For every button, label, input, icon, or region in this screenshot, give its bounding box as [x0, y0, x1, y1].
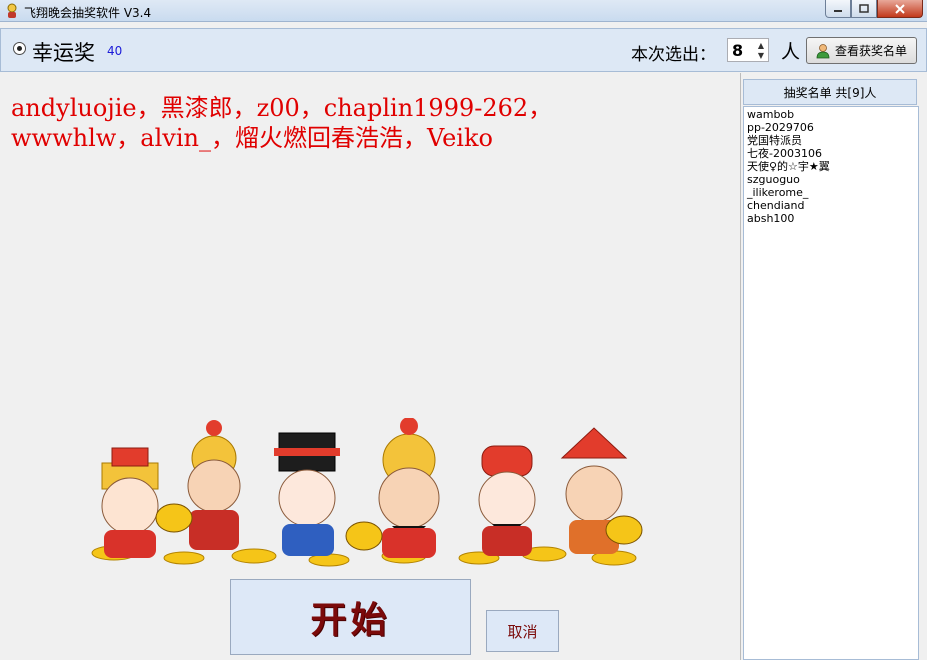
participant-list[interactable]: wambob pp-2029706 党国特派员 七夜-2003106 天使♀的☆…: [743, 106, 919, 660]
select-count-label: 本次选出：: [631, 45, 716, 65]
participant-panel: 抽奖名单 共[9]人 wambob pp-2029706 党国特派员 七夜-20…: [742, 73, 927, 660]
prize-name: 幸运奖: [32, 41, 95, 65]
list-item[interactable]: 党国特派员: [747, 134, 915, 147]
god-figure-1: [101, 447, 159, 558]
app-icon: [7, 3, 17, 18]
view-winners-label: 查看获奖名单: [835, 44, 908, 58]
winners-line-1: andyluojie，黑漆郎，z00，chaplin1999-262，: [11, 94, 553, 122]
god-figure-4: [378, 418, 440, 558]
minimize-icon: [834, 9, 842, 12]
fortune-gods-illustration: [91, 418, 643, 567]
cancel-button[interactable]: 取消: [486, 610, 559, 652]
unit-label: 人: [781, 41, 801, 63]
winners-display: andyluojie，黑漆郎，z00，chaplin1999-262， wwwh…: [11, 93, 731, 153]
title-bar: 飞翔晚会抽奖软件 V3.4: [0, 0, 927, 22]
window-title: 飞翔晚会抽奖软件 V3.4: [24, 6, 152, 20]
close-icon: [895, 3, 905, 14]
start-button[interactable]: 开始: [230, 579, 471, 655]
close-button[interactable]: [877, 0, 923, 18]
list-item[interactable]: 天使♀的☆宇★翼: [747, 160, 915, 173]
list-item[interactable]: _ilikerome_: [747, 186, 915, 199]
god-figure-2: [187, 420, 241, 550]
select-count-stepper[interactable]: 8 ▲ ▼: [727, 38, 769, 62]
god-figure-3: [274, 432, 340, 556]
maximize-button[interactable]: [851, 0, 877, 18]
view-winners-button[interactable]: 查看获奖名单: [806, 37, 917, 64]
participant-list-header: 抽奖名单 共[9]人: [743, 79, 917, 105]
list-item[interactable]: chendiand: [747, 199, 915, 212]
minimize-button[interactable]: [825, 0, 851, 18]
spin-down-icon[interactable]: ▼: [756, 51, 766, 60]
list-item[interactable]: pp-2029706: [747, 121, 915, 134]
winners-line-2: wwwhlw，alvin_，熘火燃回春浩浩，Veiko: [11, 124, 493, 152]
draw-stage: andyluojie，黑漆郎，z00，chaplin1999-262， wwwh…: [0, 73, 741, 660]
god-figure-5: [478, 445, 536, 556]
list-item[interactable]: absh100: [747, 212, 915, 225]
list-item[interactable]: 七夜-2003106: [747, 147, 915, 160]
list-item[interactable]: wambob: [747, 108, 915, 121]
user-icon: [816, 43, 830, 58]
prize-count: 40: [107, 44, 123, 58]
spin-up-icon[interactable]: ▲: [756, 41, 766, 50]
list-item[interactable]: szguoguo: [747, 173, 915, 186]
prize-radio[interactable]: [13, 42, 26, 55]
toolbar: 幸运奖 40 本次选出： 8 ▲ ▼ 人 查看获奖名单: [0, 28, 927, 72]
select-count-value: 8: [732, 41, 744, 60]
maximize-icon: [859, 4, 869, 13]
